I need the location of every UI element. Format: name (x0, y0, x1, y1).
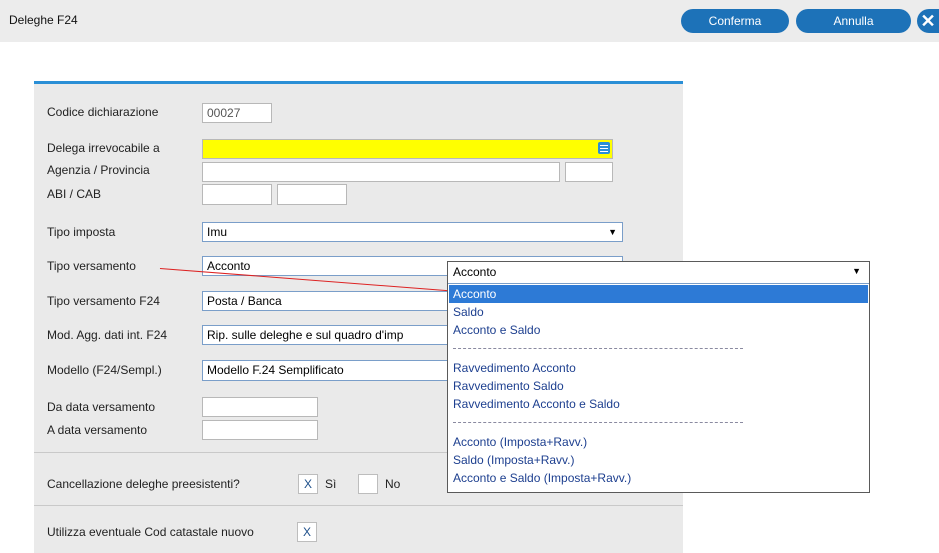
tipo-versamento-label: Tipo versamento (47, 259, 136, 273)
cancellazione-label: Cancellazione deleghe preesistenti? (47, 477, 240, 491)
window-title: Deleghe F24 (9, 13, 78, 27)
tipo-imposta-label: Tipo imposta (47, 225, 116, 239)
divider (34, 505, 683, 506)
tipo-versamento-value: Acconto (207, 259, 251, 273)
provincia-field[interactable] (565, 162, 613, 182)
cancellazione-no-checkbox[interactable] (358, 474, 378, 494)
dropdown-header[interactable]: Acconto ▼ (448, 262, 869, 284)
dropdown-option[interactable]: Acconto (449, 285, 868, 303)
abi-field[interactable] (202, 184, 272, 205)
cod-catastale-label: Utilizza eventuale Cod catastale nuovo (47, 525, 254, 539)
cancellazione-si-checkbox[interactable]: X (298, 474, 318, 494)
chevron-down-icon: ▼ (608, 227, 617, 237)
confirm-button[interactable]: Conferma (681, 9, 789, 33)
cab-field[interactable] (277, 184, 347, 205)
list-icon[interactable] (598, 142, 610, 154)
mod-agg-label: Mod. Agg. dati int. F24 (47, 328, 168, 342)
modello-value: Modello F.24 Semplificato (207, 363, 344, 377)
tipo-imposta-value: Imu (207, 225, 228, 239)
tipo-imposta-select[interactable]: Imu ▼ (202, 222, 623, 242)
delega-irrevocabile-label: Delega irrevocabile a (47, 141, 160, 155)
close-icon[interactable]: ✕ (917, 9, 939, 33)
a-data-field[interactable] (202, 420, 318, 440)
delega-irrevocabile-field[interactable] (202, 139, 613, 159)
cancellazione-si-label: Sì (325, 477, 337, 491)
abi-cab-label: ABI / CAB (47, 187, 102, 201)
cancellazione-no-label: No (385, 477, 401, 491)
dropdown-separator (453, 348, 743, 350)
tipo-versamento-f24-value: Posta / Banca (207, 294, 282, 308)
dropdown-separator (453, 422, 743, 424)
mod-agg-value: Rip. sulle deleghe e sul quadro d'imp (207, 328, 404, 342)
dropdown-option[interactable]: Saldo (449, 303, 868, 321)
cod-catastale-checkbox[interactable]: X (297, 522, 317, 542)
dropdown-option[interactable]: Saldo (Imposta+Ravv.) (449, 451, 868, 469)
dropdown-option[interactable]: Ravvedimento Acconto (449, 359, 868, 377)
dropdown-current-value: Acconto (453, 265, 497, 279)
tipo-versamento-f24-label: Tipo versamento F24 (47, 294, 160, 308)
chevron-down-icon: ▼ (852, 266, 861, 276)
tipo-versamento-dropdown[interactable]: Acconto ▼ Acconto Saldo Acconto e Saldo … (447, 261, 870, 493)
da-data-field[interactable] (202, 397, 318, 417)
da-data-label: Da data versamento (47, 400, 156, 414)
codice-dichiarazione-label: Codice dichiarazione (47, 105, 159, 119)
modello-label: Modello (F24/Sempl.) (47, 363, 162, 377)
a-data-label: A data versamento (47, 423, 148, 437)
dropdown-option[interactable]: Acconto e Saldo (449, 321, 868, 339)
dropdown-option[interactable]: Ravvedimento Acconto e Saldo (449, 395, 868, 413)
agenzia-provincia-label: Agenzia / Provincia (47, 163, 150, 177)
title-bar: Deleghe F24 Conferma Annulla ✕ (0, 0, 939, 42)
agenzia-field[interactable] (202, 162, 560, 182)
codice-dichiarazione-field[interactable]: 00027 (202, 103, 272, 123)
dropdown-option[interactable]: Acconto e Saldo (Imposta+Ravv.) (449, 469, 868, 487)
cancel-button[interactable]: Annulla (796, 9, 911, 33)
dropdown-option[interactable]: Acconto (Imposta+Ravv.) (449, 433, 868, 451)
dropdown-option[interactable]: Ravvedimento Saldo (449, 377, 868, 395)
